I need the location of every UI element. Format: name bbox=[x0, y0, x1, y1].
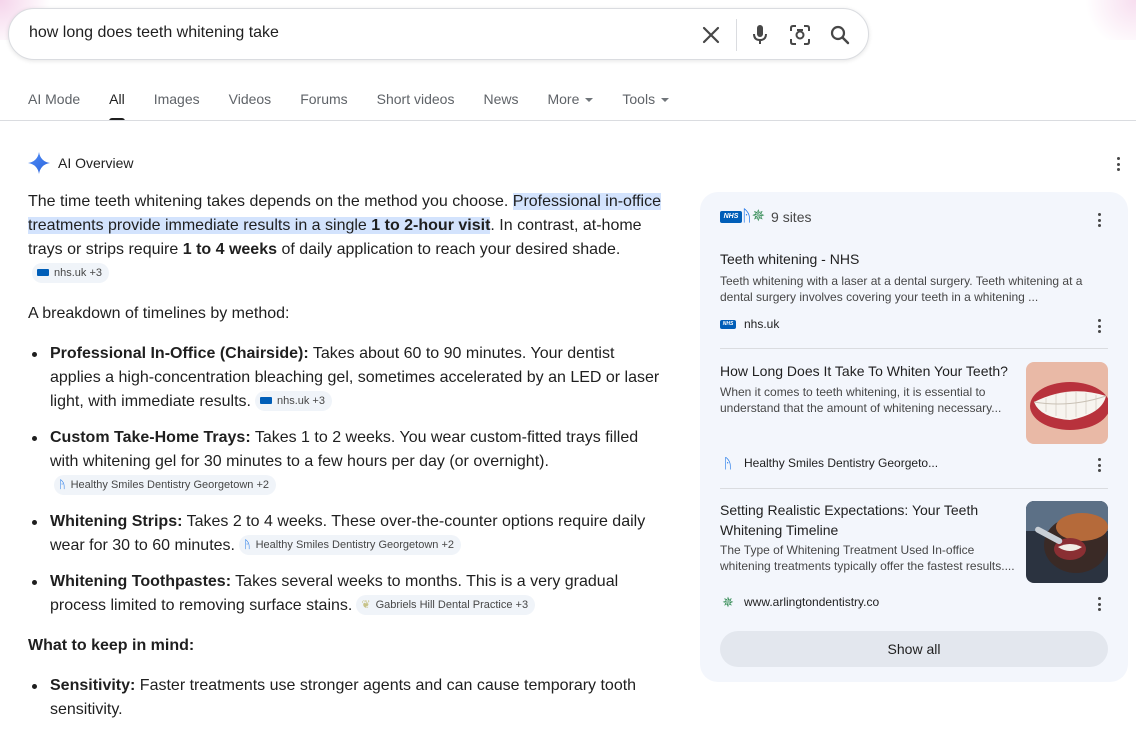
source-chip-label: Healthy Smiles Dentistry Georgetown +2 bbox=[70, 479, 270, 491]
search-tabs: AI Mode All Images Videos Forums Short v… bbox=[28, 90, 698, 121]
source-card-title[interactable]: Teeth whitening - NHS bbox=[720, 249, 1100, 269]
sources-more-icon[interactable] bbox=[1093, 212, 1105, 228]
source-card-snippet: Teeth whitening with a laser at a dental… bbox=[720, 274, 1083, 304]
card-more-icon[interactable] bbox=[1093, 457, 1105, 473]
ai-overview-body: The time teeth whitening takes depends o… bbox=[28, 190, 668, 730]
ai-overview-title: AI Overview bbox=[58, 155, 134, 171]
star-logo-icon: ✵ bbox=[722, 593, 734, 610]
close-icon[interactable] bbox=[699, 23, 723, 47]
source-chip[interactable]: ❦ Gabriels Hill Dental Practice +3 bbox=[356, 595, 536, 615]
smiling-teeth-image[interactable] bbox=[1026, 362, 1108, 444]
source-card-site-name: Healthy Smiles Dentistry Georgeto... bbox=[744, 456, 939, 470]
list-item: Professional In-Office (Chairside): Take… bbox=[28, 342, 668, 414]
tab-news[interactable]: News bbox=[483, 90, 518, 121]
tab-more[interactable]: More bbox=[547, 90, 594, 121]
tab-all[interactable]: All bbox=[109, 90, 125, 121]
source-chip-label: Healthy Smiles Dentistry Georgetown +2 bbox=[255, 539, 454, 551]
source-card-site[interactable]: ✵ www.arlingtondentistry.co bbox=[720, 594, 879, 610]
notes-list: Sensitivity: Faster treatments use stron… bbox=[28, 674, 668, 722]
card-divider bbox=[720, 348, 1108, 349]
tooth-icon: ᚤ bbox=[723, 455, 733, 471]
card-divider bbox=[720, 488, 1108, 489]
source-card-site-name: nhs.uk bbox=[744, 317, 780, 331]
tab-tools-label: Tools bbox=[622, 91, 656, 107]
tab-tools[interactable]: Tools bbox=[622, 90, 670, 121]
sources-panel: NHS ᚤ ✵ 9 sites Teeth whitening - NHS Te… bbox=[700, 192, 1128, 682]
tab-ai-mode[interactable]: AI Mode bbox=[28, 90, 80, 121]
search-input[interactable]: how long does teeth whitening take bbox=[29, 24, 279, 42]
star-logo-icon: ✵ bbox=[751, 208, 766, 225]
camera-lens-icon[interactable] bbox=[788, 23, 812, 47]
method-name: Custom Take-Home Trays: bbox=[50, 429, 251, 446]
breakdown-label: A breakdown of timelines by method: bbox=[28, 305, 290, 322]
chevron-down-icon bbox=[585, 98, 594, 103]
source-chip-label: Gabriels Hill Dental Practice +3 bbox=[375, 599, 529, 611]
source-card-title[interactable]: Setting Realistic Expectations: Your Tee… bbox=[720, 500, 1010, 540]
intro-bold-2: 1 to 4 weeks bbox=[182, 241, 277, 258]
nhs-logo-icon bbox=[37, 269, 49, 276]
source-chip[interactable]: nhs.uk +3 bbox=[254, 390, 332, 411]
card-more-icon[interactable] bbox=[1093, 596, 1105, 612]
method-name: Professional In-Office (Chairside): bbox=[50, 345, 309, 362]
show-all-button[interactable]: Show all bbox=[720, 631, 1108, 667]
source-chip-label: nhs.uk +3 bbox=[276, 394, 325, 407]
keep-in-mind-label: What to keep in mind: bbox=[28, 637, 195, 654]
tooth-icon: ᚤ bbox=[59, 479, 66, 491]
nhs-logo-icon: NHS bbox=[720, 316, 736, 332]
method-name: Whitening Strips: bbox=[50, 513, 183, 530]
source-card-site[interactable]: ᚤ Healthy Smiles Dentistry Georgeto... bbox=[720, 455, 938, 471]
header-gradient-right bbox=[1076, 0, 1136, 40]
note-name: Sensitivity: bbox=[50, 677, 136, 694]
list-item: Custom Take-Home Trays: Takes 1 to 2 wee… bbox=[28, 426, 668, 498]
source-chip[interactable]: nhs.uk +3 bbox=[32, 262, 110, 283]
nhs-logo-icon bbox=[259, 397, 272, 404]
source-chip[interactable]: ᚤ Healthy Smiles Dentistry Georgetown +2 bbox=[238, 535, 461, 555]
gemini-sparkle-icon bbox=[28, 152, 50, 174]
dental-treatment-image[interactable] bbox=[1026, 501, 1108, 583]
tab-images[interactable]: Images bbox=[154, 90, 200, 121]
tooth-icon: ᚤ bbox=[243, 539, 251, 551]
mic-icon[interactable] bbox=[748, 23, 772, 47]
method-name: Whitening Toothpastes: bbox=[50, 573, 232, 590]
search-box[interactable]: how long does teeth whitening take bbox=[8, 8, 869, 60]
list-item: Whitening Strips: Takes 2 to 4 weeks. Th… bbox=[28, 510, 668, 558]
tab-short-videos[interactable]: Short videos bbox=[377, 90, 455, 121]
source-card-snippet: The Type of Whitening Treatment Used In-… bbox=[720, 543, 1015, 573]
methods-list: Professional In-Office (Chairside): Take… bbox=[28, 342, 668, 618]
search-icon[interactable] bbox=[828, 23, 852, 47]
sites-count: 9 sites bbox=[771, 209, 812, 225]
sources-header[interactable]: NHS ᚤ ✵ 9 sites bbox=[720, 209, 811, 225]
source-chip-label: nhs.uk +3 bbox=[54, 266, 103, 279]
source-chip[interactable]: ᚤ Healthy Smiles Dentistry Georgetown +2 bbox=[54, 475, 277, 495]
source-card-snippet: When it comes to teeth whitening, it is … bbox=[720, 385, 1002, 415]
leaf-icon: ❦ bbox=[361, 599, 371, 611]
source-card-site-name: www.arlingtondentistry.co bbox=[744, 595, 880, 609]
tab-videos[interactable]: Videos bbox=[229, 90, 272, 121]
ai-overview-header: AI Overview bbox=[28, 152, 133, 174]
tab-more-label: More bbox=[547, 91, 580, 107]
list-item: Whitening Toothpastes: Takes several wee… bbox=[28, 570, 668, 618]
ai-overview-more-icon[interactable] bbox=[1110, 155, 1126, 173]
intro-paragraph: The time teeth whitening takes depends o… bbox=[28, 190, 668, 286]
search-divider bbox=[736, 19, 737, 51]
nhs-logo-icon: NHS bbox=[720, 211, 742, 223]
intro-text: The time teeth whitening takes depends o… bbox=[28, 193, 513, 210]
highlight-bold: 1 to 2-hour visit bbox=[371, 217, 491, 234]
tab-forums[interactable]: Forums bbox=[300, 90, 347, 121]
chevron-down-icon bbox=[661, 98, 670, 103]
intro-text-3: of daily application to reach your desir… bbox=[277, 241, 621, 258]
source-card-title[interactable]: How Long Does It Take To Whiten Your Tee… bbox=[720, 361, 1020, 381]
note-text: Faster treatments use stronger agents an… bbox=[50, 677, 637, 718]
source-card-site[interactable]: NHS nhs.uk bbox=[720, 316, 779, 332]
tooth-icon: ᚤ bbox=[742, 208, 752, 225]
tabs-divider bbox=[0, 120, 1136, 121]
list-item: Sensitivity: Faster treatments use stron… bbox=[28, 674, 668, 722]
card-more-icon[interactable] bbox=[1093, 318, 1105, 334]
